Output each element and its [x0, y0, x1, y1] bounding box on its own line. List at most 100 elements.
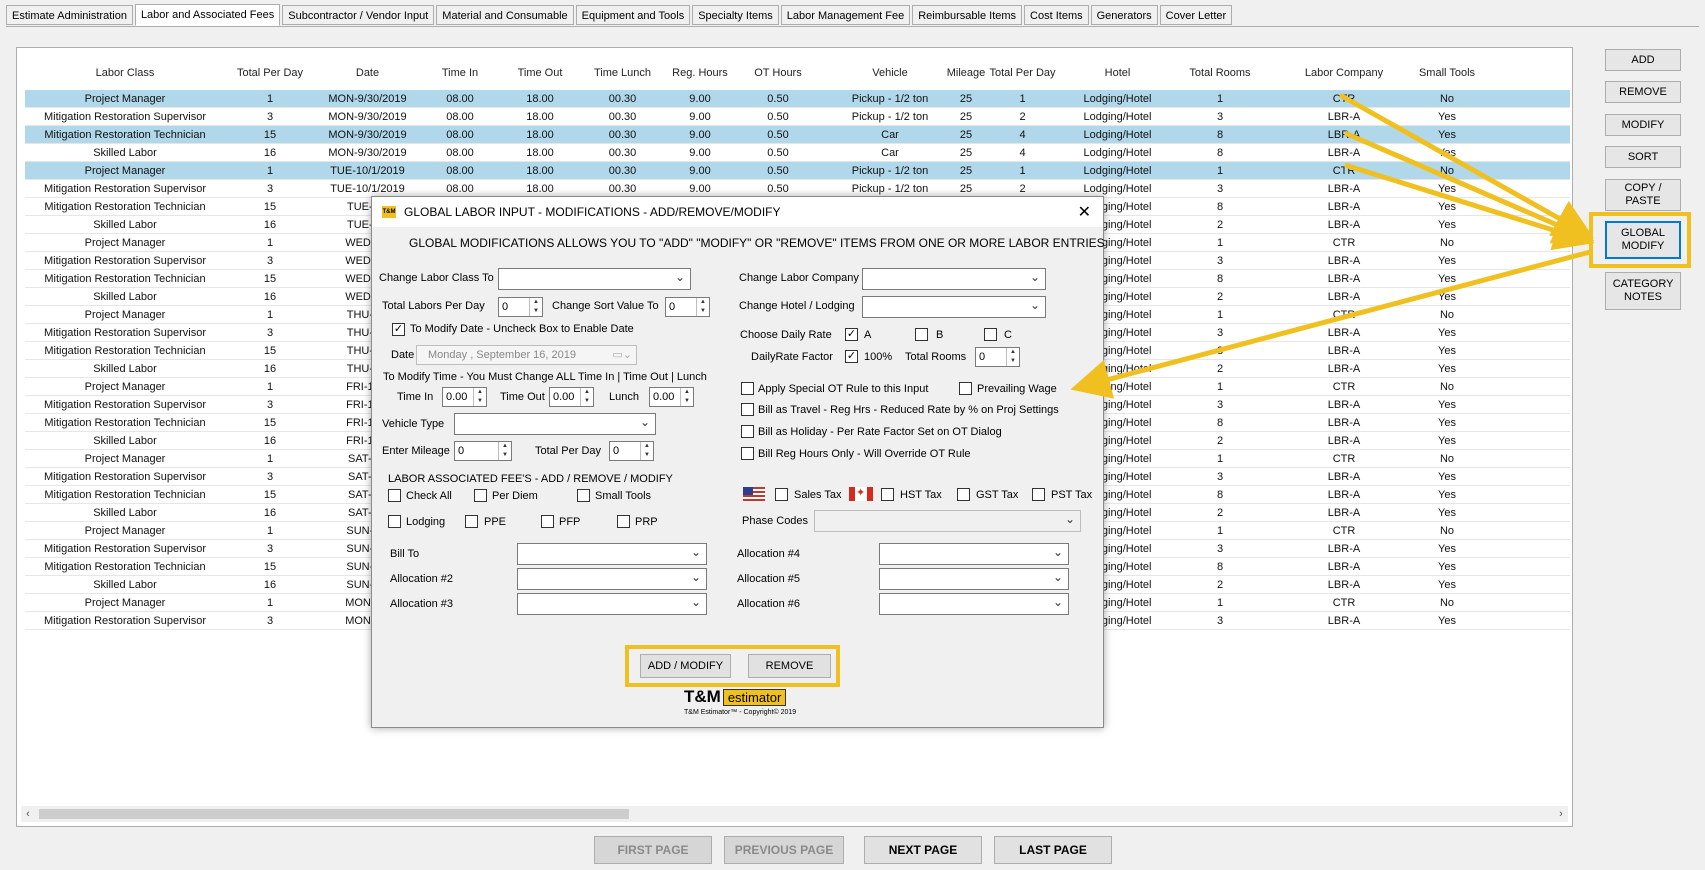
close-icon[interactable]: ✕ [1078, 202, 1091, 222]
rate-a-checkbox[interactable]: ✓ [845, 328, 858, 341]
column-header[interactable]: Small Tools [1417, 52, 1477, 94]
column-header[interactable]: OT Hours [741, 52, 815, 94]
tab-labor-and-associated-fees[interactable]: Labor and Associated Fees [134, 4, 281, 26]
tab-estimate-administration[interactable]: Estimate Administration [6, 5, 133, 25]
small-tools-checkbox[interactable] [577, 489, 590, 502]
modify-button[interactable]: MODIFY [1605, 114, 1681, 136]
next-page-button[interactable]: NEXT PAGE [864, 836, 982, 864]
tab-cover-letter[interactable]: Cover Letter [1159, 5, 1233, 25]
bill-to-dropdown[interactable] [517, 543, 707, 565]
table-row[interactable]: Mitigation Restoration Technician 15 MON-9… [25, 126, 1570, 144]
bill-travel-checkbox[interactable] [741, 403, 754, 416]
column-header[interactable]: Labor Class [25, 52, 225, 94]
dialog-remove-button[interactable]: REMOVE [748, 654, 831, 678]
scroll-right-icon[interactable]: › [1554, 806, 1568, 822]
table-row[interactable]: Mitigation Restoration Supervisor 3 MON-9/… [25, 108, 1570, 126]
column-header[interactable]: Total Per Day [230, 52, 310, 94]
column-header[interactable]: Total Rooms [1175, 52, 1265, 94]
labor-company-dropdown[interactable] [862, 268, 1046, 290]
table-cell: 16 [263, 219, 277, 231]
total-rooms-stepper[interactable]: 0 [975, 347, 1020, 367]
bill-holiday-label: Bill as Holiday - Per Rate Factor Set on… [758, 426, 1002, 438]
per-diem-checkbox[interactable] [474, 489, 487, 502]
column-header[interactable]: Reg. Hours [665, 52, 735, 94]
scroll-left-icon[interactable]: ‹ [21, 806, 35, 822]
column-header[interactable]: Mileage [947, 52, 986, 94]
allocation-6-dropdown[interactable] [879, 593, 1069, 615]
category-notes-button[interactable]: CATEGORY NOTES [1605, 272, 1681, 310]
copy-paste-button[interactable]: COPY / PASTE [1605, 179, 1681, 211]
column-header[interactable]: Time Lunch [585, 52, 660, 94]
ppe-checkbox[interactable] [465, 515, 478, 528]
sales-tax-checkbox[interactable] [775, 488, 788, 501]
time-out-stepper[interactable]: 0.00 [549, 387, 594, 407]
tab-labor-management-fee[interactable]: Labor Management Fee [780, 5, 911, 25]
bill-holiday-checkbox[interactable] [741, 425, 754, 438]
table-row[interactable]: Skilled Labor 16 MON-9/30/2019 08.00 18.00 00… [25, 144, 1570, 162]
vehicle-type-dropdown[interactable] [454, 413, 656, 435]
prp-checkbox[interactable] [617, 515, 630, 528]
table-cell: Skilled Labor [93, 363, 157, 375]
table-cell: 2 [1216, 219, 1224, 231]
last-page-button[interactable]: LAST PAGE [994, 836, 1112, 864]
prp-label: PRP [635, 516, 658, 528]
gst-tax-checkbox[interactable] [957, 488, 970, 501]
table-cell: Yes [1438, 363, 1456, 375]
table-cell: 1 [266, 381, 274, 393]
table-cell: 15 [263, 345, 277, 357]
mileage-stepper[interactable]: 0 [454, 441, 512, 461]
tab-generators[interactable]: Generators [1090, 5, 1158, 25]
hst-tax-checkbox[interactable] [881, 488, 894, 501]
allocation-5-dropdown[interactable] [879, 568, 1069, 590]
table-row[interactable]: Project Manager 1 TUE-10/1/2019 08.00 18.00 0… [25, 162, 1570, 180]
tab-subcontractor-vendor-input[interactable]: Subcontractor / Vendor Input [282, 5, 435, 25]
pst-tax-checkbox[interactable] [1032, 488, 1045, 501]
tab-specialty-items[interactable]: Specialty Items [692, 5, 779, 25]
tab-reimbursable-items[interactable]: Reimbursable Items [912, 5, 1023, 25]
allocation-3-dropdown[interactable] [517, 593, 707, 615]
column-header[interactable]: Vehicle [835, 52, 945, 94]
table-row[interactable]: Project Manager 1 MON-9/30/2019 08.00 18.00 0… [25, 90, 1570, 108]
column-header[interactable]: Total Per Day [985, 52, 1060, 94]
brand-logo: T&M estimator [684, 687, 787, 707]
column-header[interactable]: Date [315, 52, 420, 94]
scroll-thumb[interactable] [39, 809, 629, 819]
rate-b-checkbox[interactable] [915, 328, 928, 341]
labor-class-dropdown[interactable] [498, 268, 691, 290]
hotel-dropdown[interactable] [862, 296, 1046, 318]
tab-material-and-consumable[interactable]: Material and Consumable [436, 5, 574, 25]
first-page-button[interactable]: FIRST PAGE [594, 836, 712, 864]
total-labors-stepper[interactable]: 0 [498, 297, 543, 317]
column-header[interactable]: Labor Company [1275, 52, 1413, 94]
rate-factor-checkbox[interactable]: ✓ [845, 350, 858, 363]
prevailing-wage-checkbox[interactable] [959, 382, 972, 395]
rate-c-checkbox[interactable] [984, 328, 997, 341]
table-cell: 2 [1216, 435, 1224, 447]
table-cell: 16 [263, 579, 277, 591]
horizontal-scrollbar[interactable]: ‹ › [21, 806, 1568, 822]
allocation-4-dropdown[interactable] [879, 543, 1069, 565]
remove-button[interactable]: REMOVE [1605, 81, 1681, 103]
add-button[interactable]: ADD [1605, 49, 1681, 71]
lunch-stepper[interactable]: 0.00 [649, 387, 694, 407]
column-header[interactable]: Hotel [1070, 52, 1165, 94]
sort-value-stepper[interactable]: 0 [665, 297, 710, 317]
lodging-checkbox[interactable] [388, 515, 401, 528]
check-all-checkbox[interactable] [388, 489, 401, 502]
pfp-checkbox[interactable] [541, 515, 554, 528]
sort-button[interactable]: SORT [1605, 146, 1681, 168]
tab-cost-items[interactable]: Cost Items [1024, 5, 1089, 25]
bill-reg-only-checkbox[interactable] [741, 447, 754, 460]
modify-date-checkbox[interactable]: ✓ [392, 323, 405, 336]
special-ot-checkbox[interactable] [741, 382, 754, 395]
time-in-stepper[interactable]: 0.00 [442, 387, 487, 407]
previous-page-button[interactable]: PREVIOUS PAGE [724, 836, 844, 864]
tab-equipment-and-tools[interactable]: Equipment and Tools [575, 5, 691, 25]
add-modify-button[interactable]: ADD / MODIFY [640, 654, 731, 678]
date-picker[interactable]: Monday , September 16, 2019 ▭⌄ [416, 345, 637, 365]
column-header[interactable]: Time In [425, 52, 495, 94]
phase-codes-dropdown[interactable] [814, 510, 1081, 532]
total-per-day-stepper[interactable]: 0 [609, 441, 654, 461]
allocation-2-dropdown[interactable] [517, 568, 707, 590]
column-header[interactable]: Time Out [500, 52, 580, 94]
